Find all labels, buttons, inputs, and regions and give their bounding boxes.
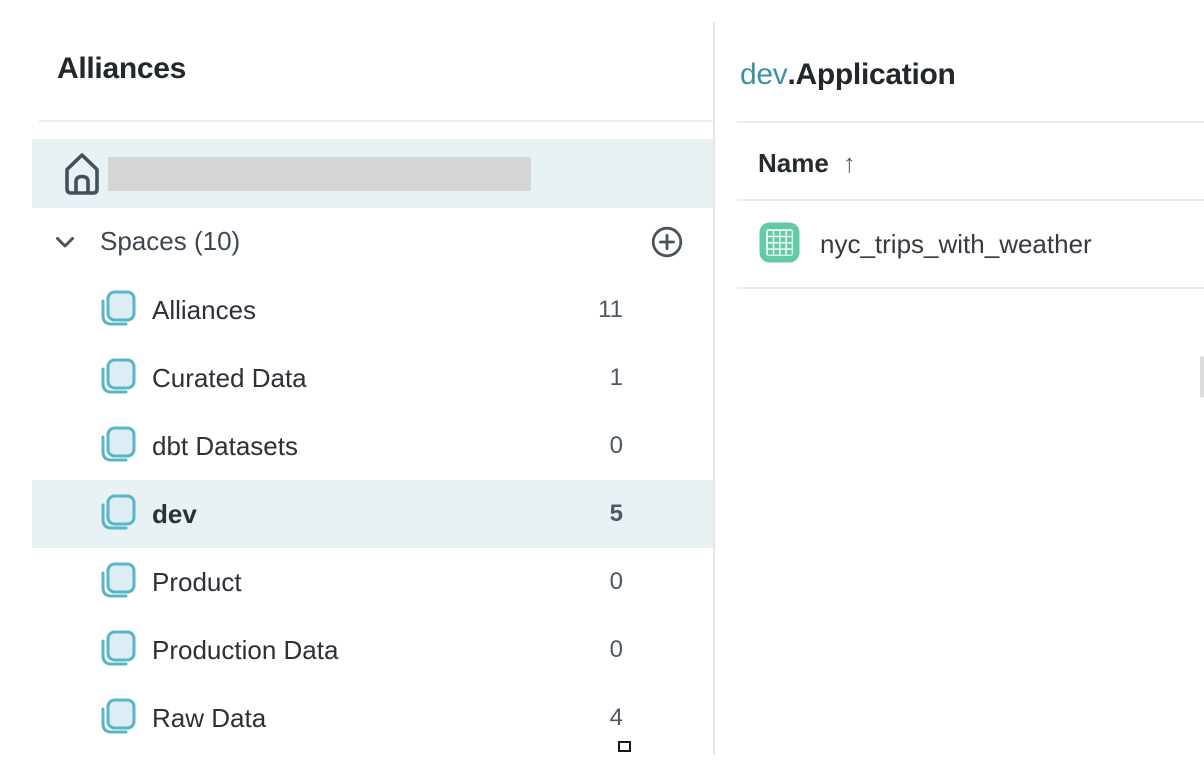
sidebar-item-curated-data[interactable]: Curated Data 1 — [32, 344, 713, 412]
space-label: Alliances — [152, 295, 256, 326]
space-label: Curated Data — [152, 363, 307, 394]
page-title: Alliances — [57, 52, 186, 86]
table-row[interactable]: nyc_trips_with_weather — [737, 200, 1204, 287]
sort-ascending-icon[interactable]: ↑ — [843, 148, 856, 179]
redacted-text-bar — [108, 157, 531, 191]
space-label: Production Data — [152, 635, 338, 666]
home-icon — [63, 151, 101, 202]
space-count: 11 — [503, 296, 623, 324]
space-icon — [97, 289, 137, 336]
space-icon — [97, 425, 137, 472]
breadcrumb-entity: .Application — [787, 58, 955, 91]
chevron-down-icon[interactable] — [52, 229, 78, 260]
sidebar-item-alliances[interactable]: Alliances 11 — [32, 276, 713, 344]
spaces-section-header: Spaces (10) — [32, 208, 713, 276]
table-row-divider — [737, 287, 1204, 289]
space-icon — [97, 629, 137, 676]
space-count: 1 — [503, 364, 623, 392]
name-column-header[interactable]: Name — [758, 148, 829, 179]
space-label: Product — [152, 567, 242, 598]
sidebar-item-dev[interactable]: dev 5 — [32, 480, 713, 548]
space-label: dbt Datasets — [152, 431, 298, 462]
space-icon — [97, 697, 137, 744]
breadcrumb-space[interactable]: dev — [740, 58, 787, 91]
space-count: 0 — [503, 432, 623, 460]
space-count: 0 — [503, 636, 623, 664]
sidebar-item-raw-data[interactable]: Raw Data 4 — [32, 684, 713, 752]
space-icon — [97, 357, 137, 404]
left-panel-divider — [39, 120, 713, 122]
breadcrumb: dev.Application — [740, 58, 956, 92]
space-icon — [97, 561, 137, 608]
table-header: Name ↑ — [758, 146, 856, 180]
sidebar-item-dbt-datasets[interactable]: dbt Datasets 0 — [32, 412, 713, 480]
space-label: Raw Data — [152, 703, 266, 734]
scrollbar-thumb[interactable] — [1200, 356, 1204, 398]
stray-square-handle — [618, 741, 631, 752]
home-row[interactable] — [32, 139, 713, 208]
right-panel-divider — [737, 121, 1204, 123]
panel-divider — [713, 22, 715, 755]
space-count: 0 — [503, 568, 623, 596]
spaces-section-label: Spaces (10) — [100, 226, 240, 257]
space-label: dev — [152, 499, 197, 530]
space-count: 4 — [503, 704, 623, 732]
add-space-button[interactable] — [650, 225, 684, 259]
space-count: 5 — [503, 500, 623, 528]
sidebar-item-production-data[interactable]: Production Data 0 — [32, 616, 713, 684]
space-icon — [97, 493, 137, 540]
sidebar-item-product[interactable]: Product 0 — [32, 548, 713, 616]
dataset-table-icon — [759, 222, 800, 268]
dataset-name: nyc_trips_with_weather — [820, 229, 1092, 260]
